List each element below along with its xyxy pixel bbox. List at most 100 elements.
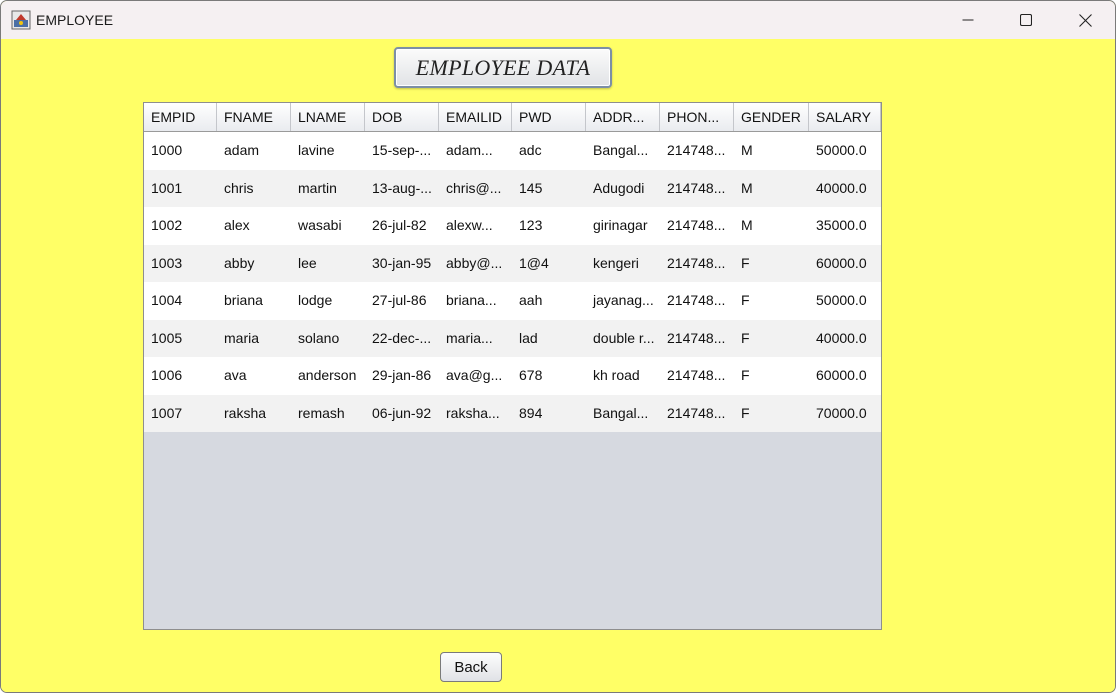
table-cell[interactable]: aah <box>512 282 586 320</box>
table-cell[interactable]: remash <box>291 395 365 433</box>
table-row[interactable]: 1004 briana lodge 27-jul-86 briana... aah jaya… <box>144 282 881 320</box>
table-cell[interactable]: 1@4 <box>512 245 586 283</box>
table-cell[interactable]: martin <box>291 170 365 208</box>
table-cell[interactable]: 214748... <box>660 132 734 170</box>
table-cell[interactable]: raksha <box>217 395 291 433</box>
table-cell[interactable]: 214748... <box>660 245 734 283</box>
table-cell[interactable]: jayanag... <box>586 282 660 320</box>
table-cell[interactable]: girinagar <box>586 207 660 245</box>
close-button[interactable] <box>1056 1 1114 39</box>
employee-data-heading-button[interactable]: EMPLOYEE DATA <box>394 47 612 88</box>
table-cell[interactable]: 1001 <box>144 170 217 208</box>
table-cell[interactable]: F <box>734 357 809 395</box>
column-header[interactable]: LNAME <box>291 103 365 131</box>
column-header[interactable]: SALARY <box>809 103 881 131</box>
column-header[interactable]: PHON... <box>660 103 734 131</box>
table-cell[interactable]: lad <box>512 320 586 358</box>
column-header[interactable]: DOB <box>365 103 439 131</box>
table-row[interactable]: 1003 abby lee 30-jan-95 abby@... 1@4 kengeri 21… <box>144 244 881 283</box>
table-cell[interactable]: 60000.0 <box>809 357 881 395</box>
table-cell[interactable]: 214748... <box>660 357 734 395</box>
table-cell[interactable]: 1000 <box>144 132 217 170</box>
table-cell[interactable]: wasabi <box>291 207 365 245</box>
table-cell[interactable]: 214748... <box>660 395 734 433</box>
table-cell[interactable]: abby@... <box>439 245 512 283</box>
table-cell[interactable]: briana <box>217 282 291 320</box>
table-cell[interactable]: anderson <box>291 357 365 395</box>
table-cell[interactable]: 214748... <box>660 282 734 320</box>
table-row[interactable]: 1007 raksha remash 06-jun-92 raksha... 894 Ban… <box>144 394 881 433</box>
table-cell[interactable]: 70000.0 <box>809 395 881 433</box>
table-row[interactable]: 1001 chris martin 13-aug-... chris@... 145 Adu… <box>144 169 881 208</box>
table-cell[interactable]: double r... <box>586 320 660 358</box>
table-cell[interactable]: 30-jan-95 <box>365 245 439 283</box>
table-cell[interactable]: 15-sep-... <box>365 132 439 170</box>
column-header[interactable]: FNAME <box>217 103 291 131</box>
table-cell[interactable]: M <box>734 170 809 208</box>
minimize-button[interactable] <box>939 1 997 39</box>
maximize-button[interactable] <box>997 1 1055 39</box>
column-header[interactable]: ADDR... <box>586 103 660 131</box>
table-cell[interactable]: Adugodi <box>586 170 660 208</box>
table-cell[interactable]: chris <box>217 170 291 208</box>
table-cell[interactable]: F <box>734 320 809 358</box>
table-cell[interactable]: 22-dec-... <box>365 320 439 358</box>
table-cell[interactable]: 1004 <box>144 282 217 320</box>
table-cell[interactable]: 35000.0 <box>809 207 881 245</box>
back-button[interactable]: Back <box>440 652 502 682</box>
table-row[interactable]: 1002 alex wasabi 26-jul-82 alexw... 123 girina… <box>144 207 881 245</box>
title-bar[interactable]: EMPLOYEE <box>1 1 1115 39</box>
table-cell[interactable]: abby <box>217 245 291 283</box>
column-header[interactable]: EMPID <box>144 103 217 131</box>
table-cell[interactable]: 40000.0 <box>809 320 881 358</box>
table-cell[interactable]: 1007 <box>144 395 217 433</box>
table-cell[interactable]: 214748... <box>660 320 734 358</box>
table-cell[interactable]: 1002 <box>144 207 217 245</box>
table-cell[interactable]: alex <box>217 207 291 245</box>
table-cell[interactable]: 13-aug-... <box>365 170 439 208</box>
table-cell[interactable]: adam <box>217 132 291 170</box>
table-cell[interactable]: maria <box>217 320 291 358</box>
table-cell[interactable]: lee <box>291 245 365 283</box>
table-cell[interactable]: lodge <box>291 282 365 320</box>
table-cell[interactable]: 40000.0 <box>809 170 881 208</box>
table-cell[interactable]: 27-jul-86 <box>365 282 439 320</box>
table-cell[interactable]: maria... <box>439 320 512 358</box>
table-cell[interactable]: 50000.0 <box>809 132 881 170</box>
table-cell[interactable]: 1006 <box>144 357 217 395</box>
table-cell[interactable]: Bangal... <box>586 132 660 170</box>
table-cell[interactable]: lavine <box>291 132 365 170</box>
table-row[interactable]: 1006 ava anderson 29-jan-86 ava@g... 678 kh ro… <box>144 357 881 395</box>
table-cell[interactable]: raksha... <box>439 395 512 433</box>
column-header[interactable]: EMAILID <box>439 103 512 131</box>
table-cell[interactable]: 214748... <box>660 170 734 208</box>
table-cell[interactable]: adc <box>512 132 586 170</box>
table-cell[interactable]: M <box>734 207 809 245</box>
table-cell[interactable]: 894 <box>512 395 586 433</box>
table-cell[interactable]: 26-jul-82 <box>365 207 439 245</box>
table-cell[interactable]: alexw... <box>439 207 512 245</box>
table-cell[interactable]: 123 <box>512 207 586 245</box>
table-cell[interactable]: 06-jun-92 <box>365 395 439 433</box>
table-cell[interactable]: 29-jan-86 <box>365 357 439 395</box>
table-cell[interactable]: 60000.0 <box>809 245 881 283</box>
table-cell[interactable]: M <box>734 132 809 170</box>
table-cell[interactable]: F <box>734 282 809 320</box>
table-cell[interactable]: 214748... <box>660 207 734 245</box>
table-cell[interactable]: 1003 <box>144 245 217 283</box>
table-cell[interactable]: briana... <box>439 282 512 320</box>
table-cell[interactable]: ava@g... <box>439 357 512 395</box>
column-header[interactable]: GENDER <box>734 103 809 131</box>
table-cell[interactable]: kh road <box>586 357 660 395</box>
table-cell[interactable]: Bangal... <box>586 395 660 433</box>
table-cell[interactable]: F <box>734 245 809 283</box>
table-cell[interactable]: ava <box>217 357 291 395</box>
table-row[interactable]: 1005 maria solano 22-dec-... maria... lad doub… <box>144 319 881 358</box>
table-cell[interactable]: solano <box>291 320 365 358</box>
employee-table[interactable]: EMPID FNAME LNAME DOB EMAILID PWD ADDR... PHON.… <box>143 102 882 630</box>
table-row[interactable]: 1000 adam lavine 15-sep-... adam... adc Bangal… <box>144 132 881 170</box>
table-cell[interactable]: kengeri <box>586 245 660 283</box>
table-cell[interactable]: adam... <box>439 132 512 170</box>
table-cell[interactable]: F <box>734 395 809 433</box>
table-cell[interactable]: 1005 <box>144 320 217 358</box>
